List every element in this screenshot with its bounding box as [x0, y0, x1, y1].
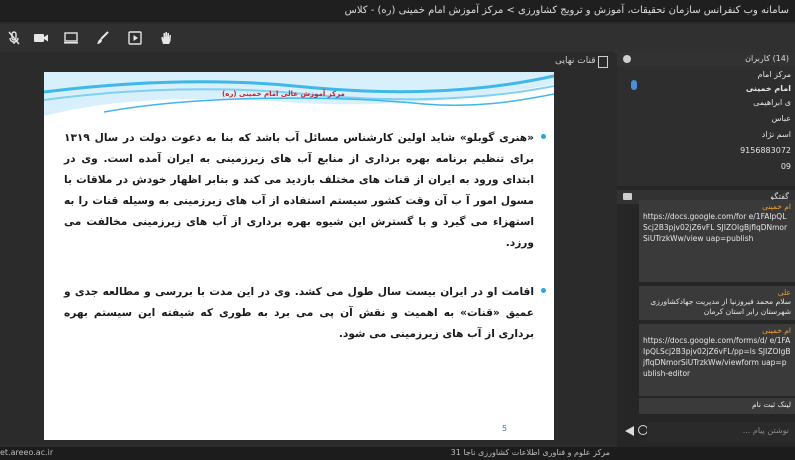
chat-message: ام خمینی https://docs.google.com/forms/d… [639, 324, 795, 396]
users-icon [623, 55, 631, 63]
message-text: لینک ثبت نام [751, 400, 791, 409]
presentation-stage: قنات نهایی مرکز آموزش عالی امام خمینی (ر… [0, 52, 615, 447]
right-panel: (14) کاربران مرکز امام امام خمینی ی ابرا… [617, 52, 795, 447]
users-header-title: (14) کاربران [745, 54, 789, 63]
chat-input[interactable]: نوشتن پیام ... [647, 422, 795, 442]
user-item[interactable]: مرکز امام [758, 70, 791, 79]
file-icon [598, 56, 608, 68]
status-text: مرکز علوم و فناوری اطلاعات کشاورزی ناجا … [450, 448, 610, 457]
message-sender: ام خمینی [762, 326, 791, 335]
mic-off-icon[interactable] [6, 30, 22, 46]
user-item[interactable]: امام خمینی [746, 84, 791, 93]
message-text[interactable]: https://docs.google.com/for e/1FAIpQLScj… [643, 211, 791, 244]
chat-message: ام خمینی https://docs.google.com/for e/1… [639, 200, 795, 282]
presentation-tab[interactable]: قنات نهایی [555, 56, 596, 66]
brush-icon[interactable] [95, 30, 111, 46]
chat-message: علی سلام محمد فیروزنیا از مدیریت جهادکشا… [639, 286, 795, 320]
window-titlebar: سامانه وب کنفرانس سازمان تحقیقات، آموزش … [0, 0, 795, 22]
status-bar: et.areeo.ac.ir مرکز علوم و فناوری اطلاعا… [0, 447, 795, 460]
presenter-toolbar [0, 24, 795, 53]
user-item[interactable]: 09 [781, 162, 791, 171]
slide-paragraph-2: اقامت او در ایران بیست سال طول می کشد. و… [64, 282, 546, 345]
message-text[interactable]: https://docs.google.com/forms/d/ e/1FAIp… [643, 335, 791, 379]
chat-icon [623, 193, 632, 200]
users-list: مرکز امام امام خمینی ی ابراهیمی عباس اسم… [617, 66, 795, 186]
message-sender: ام خمینی [762, 202, 791, 211]
monitor-icon[interactable] [63, 30, 79, 46]
user-item[interactable]: 9156883072 [740, 146, 791, 155]
chat-messages: ام خمینی https://docs.google.com/for e/1… [639, 200, 795, 418]
play-icon[interactable] [127, 30, 143, 46]
status-url: et.areeo.ac.ir [0, 448, 54, 457]
slide-page-number: 5 [502, 424, 508, 433]
camera-icon[interactable] [33, 30, 49, 46]
slide: مرکز آموزش عالی امام خمینی (ره) «هنری گو… [44, 72, 554, 440]
hand-icon[interactable] [158, 30, 174, 46]
presenter-icon [631, 80, 637, 90]
user-item[interactable]: عباس [772, 114, 791, 123]
message-sender: علی [777, 288, 791, 297]
users-panel-header: (14) کاربران [617, 52, 795, 66]
slide-paragraph-1: «هنری گوبلو» شاید اولین کارشناس مسائل آب… [64, 128, 546, 254]
user-item[interactable]: ی ابراهیمی [753, 98, 791, 107]
message-text: سلام محمد فیروزنیا از مدیریت جهادکشاورزی… [650, 297, 791, 316]
send-icon[interactable] [625, 426, 634, 436]
user-item[interactable]: اسم نژاد [762, 130, 791, 139]
chat-input-placeholder: نوشتن پیام ... [742, 426, 789, 435]
paragraph-2-text: اقامت او در ایران بیست سال طول می کشد. و… [64, 286, 534, 340]
bullet-icon [541, 134, 546, 139]
window-title: سامانه وب کنفرانس سازمان تحقیقات، آموزش … [344, 5, 789, 16]
bullet-icon [541, 288, 546, 293]
paragraph-1-text: «هنری گوبلو» شاید اولین کارشناس مسائل آب… [64, 132, 534, 249]
slide-header-title: مرکز آموزش عالی امام خمینی (ره) [222, 90, 345, 98]
chat-message: لینک ثبت نام [639, 398, 795, 414]
